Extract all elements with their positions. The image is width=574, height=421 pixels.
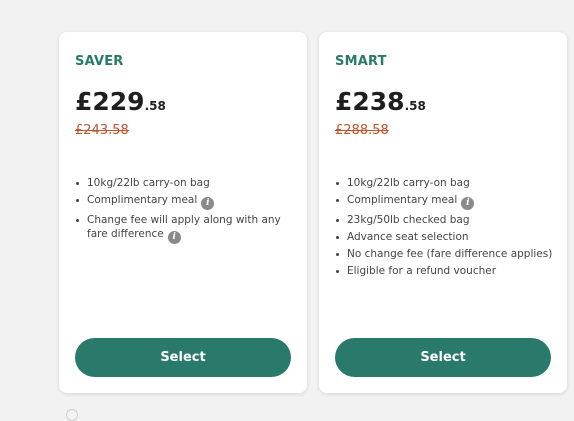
feature-text: Complimentary meal: [87, 194, 198, 206]
fare-price: £229.58: [75, 87, 166, 116]
feature-item: Change fee will apply along with any far…: [75, 213, 295, 244]
info-icon[interactable]: i: [461, 197, 475, 210]
feature-text: Change fee will apply along with any far…: [87, 214, 281, 240]
select-button[interactable]: Select: [335, 338, 551, 377]
feature-text: Advance seat selection: [347, 231, 469, 243]
feature-item: 23kg/50lb checked bag: [335, 213, 555, 227]
feature-item: Advance seat selection: [335, 230, 555, 244]
price-major: £229: [75, 87, 145, 116]
feature-item: No change fee (fare difference applies): [335, 247, 555, 261]
fare-name: SAVER: [75, 54, 124, 69]
feature-text: No change fee (fare difference applies): [347, 248, 553, 260]
feature-text: Eligible for a refund voucher: [347, 265, 497, 277]
feature-item: Eligible for a refund voucher: [335, 264, 555, 278]
info-icon[interactable]: i: [201, 197, 215, 210]
feature-text: 23kg/50lb checked bag: [347, 214, 470, 226]
old-price: £288.58: [335, 123, 389, 138]
select-button[interactable]: Select: [75, 338, 291, 377]
feature-item: Complimentary meal i: [75, 193, 295, 210]
feature-list: 10kg/22lb carry-on bag Complimentary meal…: [75, 176, 295, 247]
price-minor: .58: [404, 99, 426, 113]
fare-name: SMART: [335, 54, 387, 69]
price-major: £238: [335, 87, 405, 116]
feature-text: 10kg/22lb carry-on bag: [347, 177, 470, 189]
feature-item: Complimentary meal i: [335, 193, 555, 210]
fare-card-saver: SAVER £229.58 £243.58 10kg/22lb carry-on…: [59, 32, 307, 393]
feature-list: 10kg/22lb carry-on bag Complimentary meal…: [335, 176, 555, 281]
price-minor: .58: [144, 99, 166, 113]
feature-text: Complimentary meal: [347, 194, 458, 206]
fare-card-smart: SMART £238.58 £288.58 10kg/22lb carry-on…: [319, 32, 567, 393]
fare-price: £238.58: [335, 87, 426, 116]
feature-item: 10kg/22lb carry-on bag: [335, 176, 555, 190]
feature-text: 10kg/22lb carry-on bag: [87, 177, 210, 189]
old-price: £243.58: [75, 123, 129, 138]
feature-item: 10kg/22lb carry-on bag: [75, 176, 295, 190]
info-icon[interactable]: i: [167, 231, 181, 244]
radio-indicator[interactable]: [66, 409, 78, 421]
